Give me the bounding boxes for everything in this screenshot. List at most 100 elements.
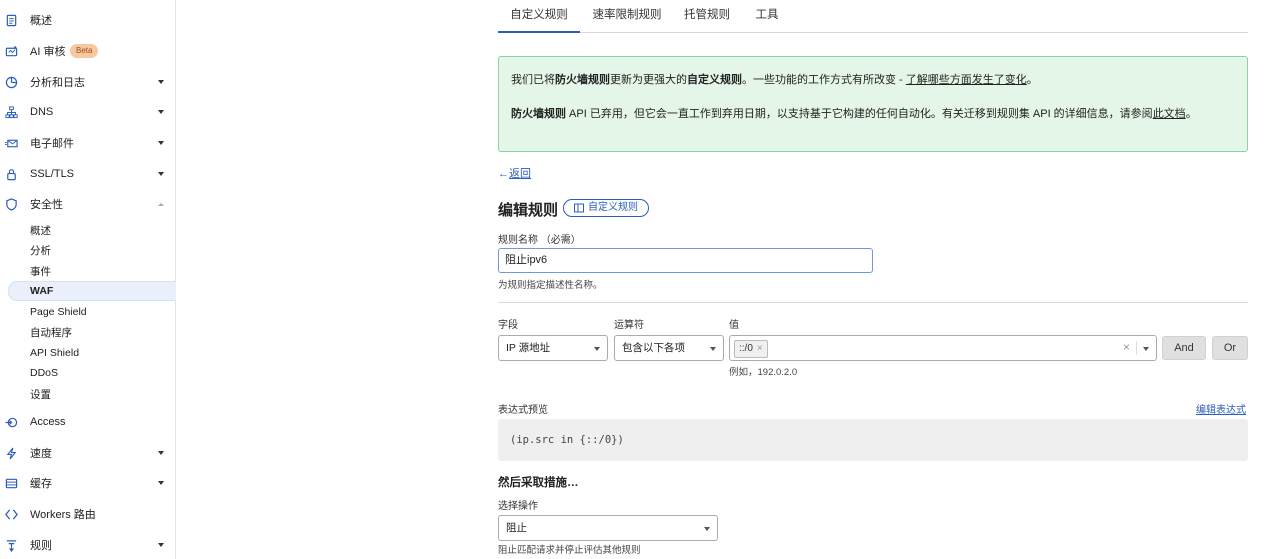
sidebar-item-workers-routes[interactable]: Workers 路由 xyxy=(0,499,176,529)
tab-tools[interactable]: 工具 xyxy=(750,0,784,33)
operator-select-value: 包含以下各项 xyxy=(622,342,685,354)
sidebar-item-label: 缓存 xyxy=(30,478,52,490)
alert-paragraph-1: 我们已将防火墙规则更新为更强大的自定义规则。一些功能的工作方式有所改变 - 了解… xyxy=(511,71,1235,89)
sidebar-item-label: 电子邮件 xyxy=(30,138,74,150)
cache-icon xyxy=(4,476,18,490)
sidebar-item-label: AI 审核 xyxy=(30,46,66,58)
field-select-value: IP 源地址 xyxy=(506,342,551,354)
sidebar-subitem-label: WAF xyxy=(30,285,54,297)
or-button[interactable]: Or xyxy=(1212,336,1248,360)
migration-alert: 我们已将防火墙规则更新为更强大的自定义规则。一些功能的工作方式有所改变 - 了解… xyxy=(498,56,1248,152)
learn-changes-link[interactable]: 了解哪些方面发生了变化 xyxy=(906,74,1027,86)
alert-bold-text: 防火墙规则 xyxy=(555,74,610,86)
sidebar-item-ssl-tls[interactable]: SSL/TLS xyxy=(0,159,176,189)
sidebar-item-cache[interactable]: 缓存 xyxy=(0,468,176,498)
operator-select[interactable]: 包含以下各项 xyxy=(614,335,724,361)
alert-text: 。 xyxy=(1185,108,1197,120)
sidebar-item-analytics[interactable]: 分析和日志 xyxy=(0,67,176,97)
sidebar: 概述 AI 审核 Beta 分析和日志 DNS 电子邮件 SSL/TLS 安全性… xyxy=(0,0,176,559)
sidebar-subitem-settings[interactable]: 设置 xyxy=(0,384,176,404)
sidebar-subitem-label: 事件 xyxy=(30,265,51,278)
chevron-down-icon xyxy=(158,141,164,145)
back-label: 返回 xyxy=(509,168,531,180)
sidebar-item-access[interactable]: Access xyxy=(0,407,176,437)
sidebar-item-label: Access xyxy=(30,416,66,428)
sidebar-subitem-analytics[interactable]: 分析 xyxy=(0,240,176,260)
chevron-down-icon xyxy=(158,110,164,114)
rule-name-input[interactable]: 阻止ipv6 xyxy=(498,248,873,273)
action-heading: 然后采取措施… xyxy=(498,477,579,489)
value-label: 值 xyxy=(729,320,739,331)
sidebar-item-email[interactable]: 电子邮件 xyxy=(0,128,176,158)
sidebar-item-overview[interactable]: 概述 xyxy=(0,5,176,35)
rule-name-hint: 为规则指定描述性名称。 xyxy=(498,280,603,291)
chevron-down-icon xyxy=(704,527,710,531)
sidebar-subitem-ddos[interactable]: DDoS xyxy=(0,363,176,383)
sidebar-subitem-label: 分析 xyxy=(30,244,51,257)
alert-paragraph-2: 防火墙规则 API 已弃用，但它会一直工作到弃用日期，以支持基于它构建的任何自动… xyxy=(511,105,1235,123)
sidebar-subitem-label: API Shield xyxy=(30,347,80,359)
tab-custom-rules[interactable]: 自定义规则 xyxy=(498,0,580,33)
sidebar-item-dns[interactable]: DNS xyxy=(0,97,176,127)
field-select[interactable]: IP 源地址 xyxy=(498,335,608,361)
expression-preview-code: (ip.src in {::/0}) xyxy=(498,419,1248,461)
action-label: 选择操作 xyxy=(498,501,538,512)
alert-text: 。 xyxy=(1026,74,1038,86)
edit-expression-link[interactable]: 编辑表达式 xyxy=(1196,401,1246,416)
field-label: 字段 xyxy=(498,320,518,331)
sidebar-subitem-api-shield[interactable]: API Shield xyxy=(0,343,176,363)
alert-text: API 已弃用，但它会一直工作到弃用日期，以支持基于它构建的任何自动化。有关迁移… xyxy=(566,108,1153,120)
sidebar-subitem-security-overview[interactable]: 概述 xyxy=(0,220,176,240)
sidebar-subitem-waf[interactable]: WAF xyxy=(8,281,176,301)
alert-text: 我们已将 xyxy=(511,74,555,86)
remove-tag-icon[interactable]: × xyxy=(757,341,763,357)
rule-type-pill[interactable]: 自定义规则 xyxy=(563,199,649,217)
page-title: 编辑规则 xyxy=(498,202,559,219)
sidebar-subitem-label: 设置 xyxy=(30,388,51,401)
shield-icon xyxy=(4,197,18,211)
workers-icon xyxy=(4,507,18,521)
lock-icon xyxy=(4,167,18,181)
documentation-link[interactable]: 此文档 xyxy=(1153,108,1186,120)
alert-bold-text: 防火墙规则 xyxy=(511,108,566,120)
tab-managed-rules[interactable]: 托管规则 xyxy=(681,0,733,33)
sidebar-subitem-page-shield[interactable]: Page Shield xyxy=(0,302,176,322)
value-tag-label: ::/0 xyxy=(739,343,753,354)
chevron-down-icon xyxy=(710,347,716,351)
sidebar-item-speed[interactable]: 速度 xyxy=(0,438,176,468)
sidebar-subitem-bots[interactable]: 自动程序 xyxy=(0,322,176,342)
sidebar-item-label: 安全性 xyxy=(30,199,63,211)
beta-badge: Beta xyxy=(70,44,99,58)
chevron-down-icon xyxy=(158,451,164,455)
sidebar-item-security[interactable]: 安全性 xyxy=(0,189,176,219)
access-icon xyxy=(4,415,18,429)
chevron-up-icon xyxy=(158,202,164,206)
lightning-icon xyxy=(4,446,18,460)
action-select[interactable]: 阻止 xyxy=(498,515,718,541)
sidebar-item-ai-audit[interactable]: AI 审核 Beta xyxy=(0,36,176,66)
clock-chart-icon xyxy=(4,75,18,89)
chevron-down-icon[interactable] xyxy=(1143,347,1149,351)
alert-text: 。一些功能的工作方式有所改变 - xyxy=(742,74,906,86)
back-link[interactable]: ←返回 xyxy=(498,165,531,181)
rule-name-label: 规则名称 （必需） xyxy=(498,235,581,246)
sidebar-subitem-label: 概述 xyxy=(30,224,51,237)
value-example: 例如，192.0.2.0 xyxy=(729,367,798,378)
rules-icon xyxy=(4,538,18,552)
network-icon xyxy=(4,105,18,119)
sidebar-subitem-events[interactable]: 事件 xyxy=(0,261,176,281)
sidebar-subitem-label: Page Shield xyxy=(30,306,87,318)
and-button[interactable]: And xyxy=(1162,336,1206,360)
ai-audit-icon xyxy=(4,44,18,58)
action-select-value: 阻止 xyxy=(506,522,527,534)
value-multiselect[interactable]: ::/0 × × xyxy=(729,335,1157,361)
tab-bar: 自定义规则 速率限制规则 托管规则 工具 xyxy=(498,0,1248,33)
clear-icon[interactable]: × xyxy=(1123,340,1130,354)
book-icon xyxy=(574,203,584,213)
sidebar-item-label: DNS xyxy=(30,106,54,118)
sidebar-item-rules[interactable]: 规则 xyxy=(0,530,176,559)
chevron-down-icon xyxy=(594,347,600,351)
tab-rate-limiting-rules[interactable]: 速率限制规则 xyxy=(588,0,666,33)
document-icon xyxy=(4,13,18,27)
chevron-down-icon xyxy=(158,543,164,547)
